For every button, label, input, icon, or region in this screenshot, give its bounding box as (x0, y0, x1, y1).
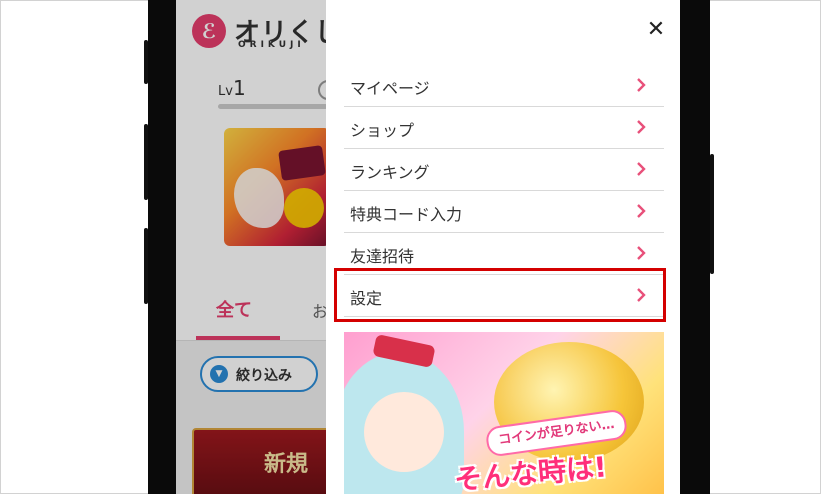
menu-item-label: 友達招待 (350, 247, 415, 266)
promo-character-face (364, 392, 444, 472)
phone-side-button (144, 124, 148, 200)
menu-item-code-input[interactable]: 特典コード入力 (344, 192, 664, 233)
chevron-right-icon (637, 246, 646, 260)
side-menu-drawer: ✕ マイページ ショップ ランキング 特典コード入力 友達招待 設定 コインが足… (326, 0, 680, 494)
phone-side-button (710, 154, 714, 274)
close-icon[interactable]: ✕ (644, 18, 668, 42)
chevron-right-icon (637, 120, 646, 134)
menu-item-label: ショップ (350, 121, 415, 140)
phone-screen: ℰ オリくじ ORIKUJI Lv1 全て お ▼ 絞り込み 新規 ✕ マイペー… (176, 0, 680, 494)
chevron-right-icon (637, 78, 646, 92)
promo-headline: そんな時は! (452, 450, 609, 494)
chevron-right-icon (637, 162, 646, 176)
menu-item-shop[interactable]: ショップ (344, 108, 664, 149)
menu-item-mypage[interactable]: マイページ (344, 66, 664, 107)
menu-item-label: 特典コード入力 (350, 205, 463, 224)
menu-item-label: ランキング (350, 163, 430, 182)
phone-side-button (144, 228, 148, 304)
phone-side-button (144, 40, 148, 84)
chevron-right-icon (637, 204, 646, 218)
menu-item-label: マイページ (350, 79, 430, 98)
settings-highlight-box (334, 268, 666, 322)
menu-item-ranking[interactable]: ランキング (344, 150, 664, 191)
coin-promo-banner[interactable]: コインが足りない… そんな時は! (344, 332, 664, 494)
